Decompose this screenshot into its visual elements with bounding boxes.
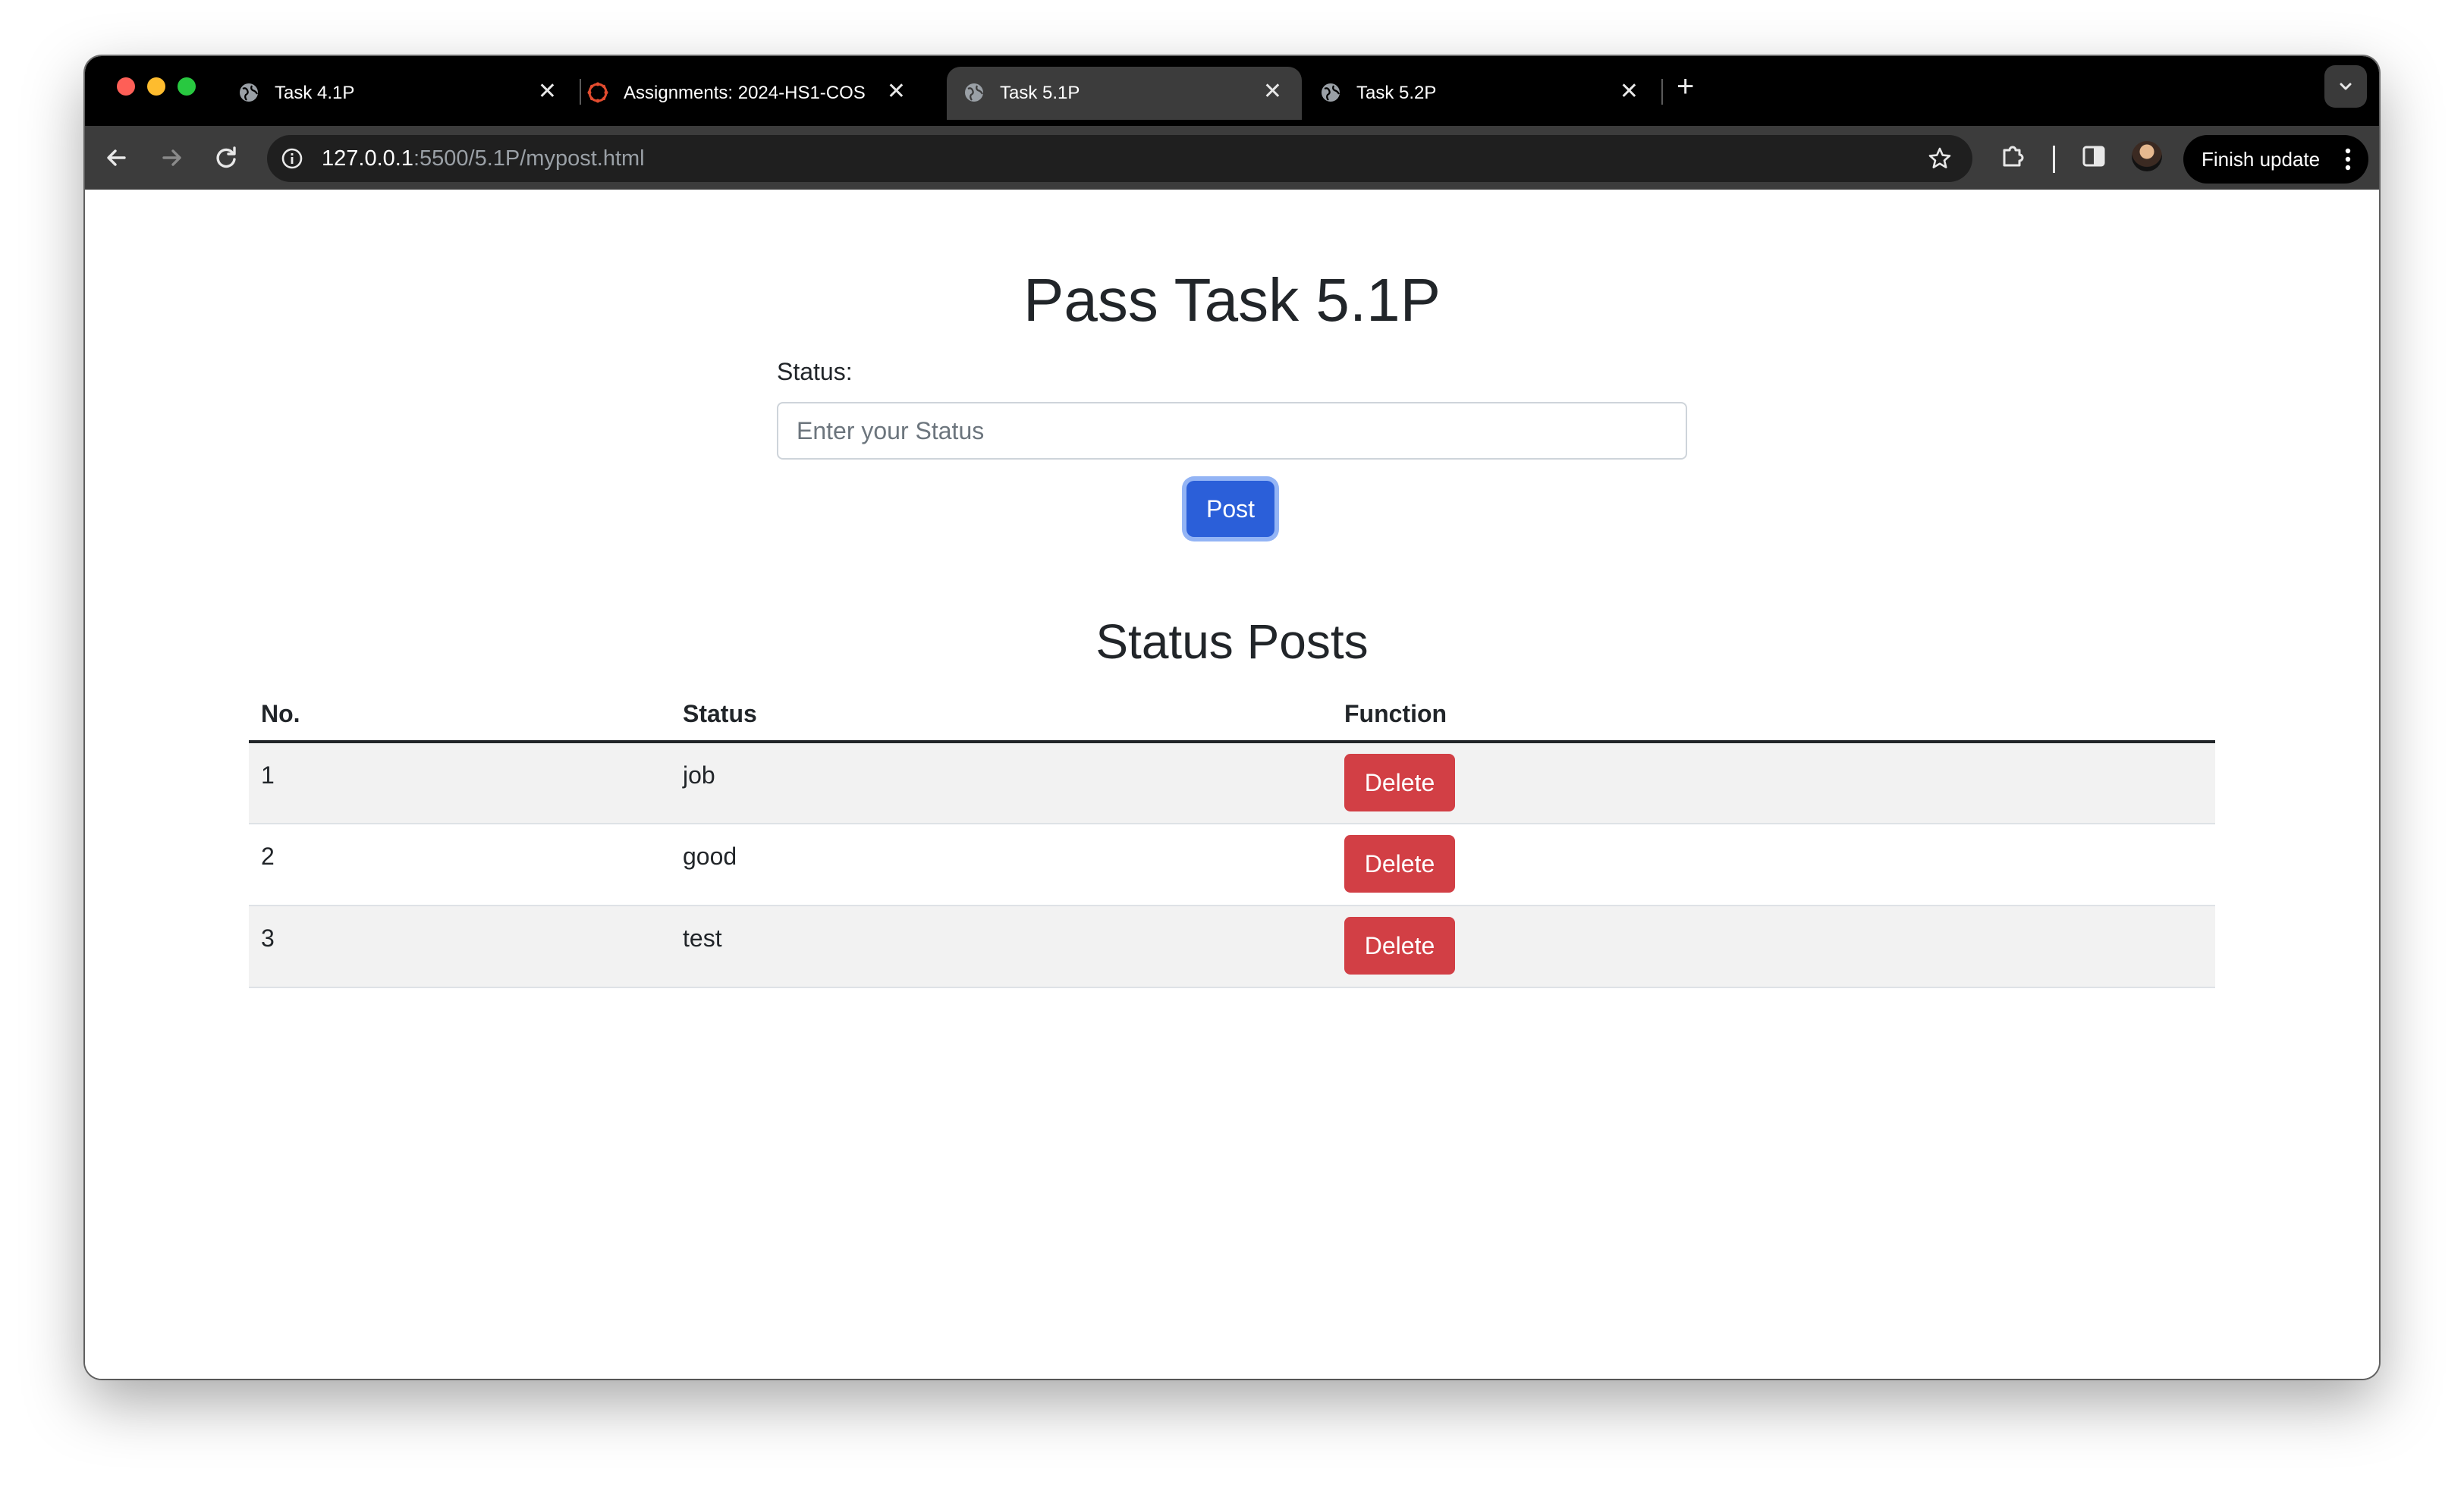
- row-status: job: [671, 742, 1332, 824]
- delete-button[interactable]: Delete: [1344, 835, 1455, 893]
- window-maximize-button[interactable]: [178, 77, 196, 96]
- new-tab-button[interactable]: +: [1677, 71, 1694, 102]
- globe-icon: [240, 83, 258, 102]
- address-bar[interactable]: 127.0.0.1:5500/5.1P/mypost.html: [267, 135, 1972, 182]
- status-posts-table: No. Status Function 1 job Delete 2 good: [249, 687, 2215, 988]
- tab-task-5-2p[interactable]: Task 5.2P ✕: [1303, 67, 1658, 120]
- browser-toolbar: 127.0.0.1:5500/5.1P/mypost.html Finish u…: [85, 126, 2379, 190]
- browser-window: Task 4.1P ✕ Assignments: 2024-HS1-COS ✕ …: [85, 56, 2379, 1379]
- finish-update-label: Finish update: [2202, 148, 2321, 171]
- row-number: 3: [249, 906, 671, 988]
- bookmark-star-icon[interactable]: [1927, 146, 1953, 171]
- row-status: test: [671, 906, 1332, 988]
- page-content: Pass Task 5.1P Status: Post Status Posts…: [85, 190, 2379, 1379]
- column-header-status: Status: [671, 687, 1332, 743]
- table-row: 1 job Delete: [249, 742, 2215, 824]
- more-menu-icon: [2345, 148, 2351, 171]
- window-close-button[interactable]: [117, 77, 135, 96]
- side-panel-icon[interactable]: [2079, 141, 2109, 171]
- back-arrow-icon[interactable]: [100, 141, 134, 174]
- profile-avatar[interactable]: [2132, 141, 2162, 171]
- row-number: 1: [249, 742, 671, 824]
- tab-close-icon[interactable]: ✕: [538, 80, 557, 103]
- tab-strip: Task 4.1P ✕ Assignments: 2024-HS1-COS ✕ …: [85, 56, 2379, 126]
- row-function: Delete: [1332, 742, 2215, 824]
- url-host: 127.0.0.1: [322, 146, 413, 171]
- chevron-down-icon: [2340, 83, 2352, 90]
- table-row: 3 test Delete: [249, 906, 2215, 988]
- column-header-function: Function: [1332, 687, 2215, 743]
- site-info-icon[interactable]: [281, 147, 303, 170]
- extensions-puzzle-icon[interactable]: [1998, 141, 2029, 171]
- tab-title: Task 4.1P: [275, 83, 355, 103]
- status-label: Status:: [777, 358, 853, 385]
- post-button[interactable]: Post: [1186, 481, 1274, 537]
- tab-assignments[interactable]: Assignments: 2024-HS1-COS ✕: [570, 67, 926, 120]
- tab-close-icon[interactable]: ✕: [1620, 80, 1639, 103]
- url-path: :5500/5.1P/mypost.html: [413, 146, 645, 171]
- table-header-row: No. Status Function: [249, 687, 2215, 743]
- forward-arrow-icon[interactable]: [155, 141, 188, 174]
- finish-update-button[interactable]: Finish update: [2183, 135, 2368, 184]
- tab-title: Task 5.1P: [1000, 83, 1080, 103]
- globe-icon: [965, 83, 983, 102]
- tab-close-icon[interactable]: ✕: [887, 80, 906, 103]
- table-row: 2 good Delete: [249, 824, 2215, 906]
- tab-separator: [1661, 79, 1663, 105]
- canvas-logo-icon: [587, 82, 608, 103]
- tab-search-button[interactable]: [2324, 65, 2367, 108]
- tab-title: Assignments: 2024-HS1-COS: [624, 83, 866, 103]
- row-status: good: [671, 824, 1332, 906]
- globe-icon: [1322, 83, 1340, 102]
- window-minimize-button[interactable]: [147, 77, 165, 96]
- status-posts-heading: Status Posts: [1095, 614, 1369, 669]
- toolbar-separator: [2053, 146, 2055, 173]
- row-function: Delete: [1332, 824, 2215, 906]
- status-input[interactable]: [777, 402, 1687, 460]
- page-title: Pass Task 5.1P: [1023, 266, 1441, 334]
- tab-task-4-1p[interactable]: Task 4.1P ✕: [222, 67, 577, 120]
- reload-icon[interactable]: [209, 141, 243, 174]
- row-function: Delete: [1332, 906, 2215, 988]
- delete-button[interactable]: Delete: [1344, 754, 1455, 811]
- tab-title: Task 5.2P: [1356, 83, 1437, 103]
- tab-task-5-1p[interactable]: Task 5.1P ✕: [947, 67, 1302, 120]
- delete-button[interactable]: Delete: [1344, 917, 1455, 975]
- url-text: 127.0.0.1:5500/5.1P/mypost.html: [322, 146, 645, 171]
- column-header-no: No.: [249, 687, 671, 743]
- row-number: 2: [249, 824, 671, 906]
- tab-close-icon[interactable]: ✕: [1263, 80, 1282, 103]
